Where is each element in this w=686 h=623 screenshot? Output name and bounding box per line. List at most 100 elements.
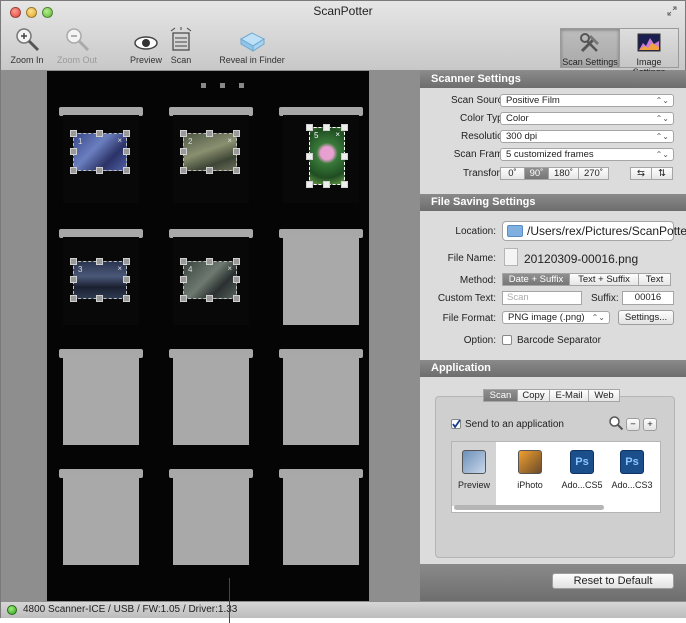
custom-text-label: Custom Text: xyxy=(437,293,496,304)
app-list-scrollbar[interactable] xyxy=(454,505,604,510)
tab-scan[interactable]: Scan xyxy=(483,389,518,402)
method-date-suffix[interactable]: Date + Suffix xyxy=(502,273,570,286)
chevron-updown-icon: ⌃⌄ xyxy=(655,132,669,141)
frame-close-icon[interactable]: × xyxy=(117,264,122,273)
scan-source-select[interactable]: Positive Film ⌃⌄ xyxy=(500,94,674,107)
frame-close-icon[interactable]: × xyxy=(227,264,232,273)
film-holder-markers xyxy=(201,83,245,89)
application-tabs[interactable]: Scan Copy E-Mail Web xyxy=(483,389,620,402)
rotate-270-button[interactable]: 270˚ xyxy=(578,167,609,180)
app-item-photoshop-cs3[interactable]: Ps Ado...CS3 xyxy=(610,442,654,506)
custom-text-input[interactable]: Scan xyxy=(502,291,582,305)
app-item-iphoto[interactable]: iPhoto xyxy=(508,442,552,506)
reset-to-default-button[interactable]: Reset to Default xyxy=(552,573,674,589)
rotation-segmented-control[interactable]: 0˚ 90˚ 180˚ 270˚ xyxy=(500,167,609,180)
film-holder-slot xyxy=(169,349,253,449)
photoshop-cs5-icon: Ps xyxy=(570,450,594,474)
zoom-in-button[interactable]: Zoom In xyxy=(5,25,49,65)
zoom-in-icon xyxy=(16,28,40,52)
film-holder-slot xyxy=(279,349,363,449)
method-text-suffix[interactable]: Text + Suffix xyxy=(569,273,639,286)
tab-image-settings[interactable]: Image Settings xyxy=(619,28,679,77)
connection-status-icon xyxy=(7,605,17,615)
chevron-updown-icon: ⌃⌄ xyxy=(655,114,669,123)
location-path-control[interactable]: /Users/rex/Pictures/ScanPotter xyxy=(502,221,686,241)
location-path: /Users/rex/Pictures/ScanPotter xyxy=(527,224,686,238)
preview-area[interactable]: 1 × 2 × 5 × 3 × 4 × xyxy=(1,71,419,601)
tab-web[interactable]: Web xyxy=(588,389,620,402)
method-text[interactable]: Text xyxy=(638,273,671,286)
method-label: Method: xyxy=(459,275,496,286)
scan-bed: 1 × 2 × 5 × 3 × 4 × xyxy=(47,71,369,601)
send-to-app-checkbox[interactable] xyxy=(451,419,461,429)
iphoto-app-icon xyxy=(518,450,542,474)
frame-number: 2 xyxy=(188,137,193,146)
scan-frame-select[interactable]: 5 customized frames ⌃⌄ xyxy=(500,148,674,161)
flip-vertical-icon[interactable]: ⇅ xyxy=(651,167,673,180)
preview-label: Preview xyxy=(129,55,162,65)
color-type-select[interactable]: Color ⌃⌄ xyxy=(500,112,674,125)
file-format-label: File Format: xyxy=(442,313,496,324)
tab-copy[interactable]: Copy xyxy=(517,389,550,402)
reveal-label: Reveal in Finder xyxy=(219,55,285,65)
settings-panel: Scanner Settings Scan Source: Positive F… xyxy=(419,71,686,601)
panel-footer: Reset to Default xyxy=(420,564,686,601)
chevron-updown-icon: ⌃⌄ xyxy=(655,96,669,105)
preview-button[interactable]: Preview xyxy=(125,25,167,65)
scanner-settings-heading: Scanner Settings xyxy=(420,71,686,88)
rotate-180-button[interactable]: 180˚ xyxy=(548,167,579,180)
tab-scan-settings[interactable]: Scan Settings xyxy=(560,28,620,68)
film-holder-slot xyxy=(59,349,143,449)
rotate-90-button[interactable]: 90˚ xyxy=(524,167,549,180)
file-saving-heading: File Saving Settings xyxy=(420,194,686,211)
suffix-input[interactable]: 00016 xyxy=(622,291,674,305)
status-bar: 4800 Scanner-ICE / USB / FW:1.05 / Drive… xyxy=(1,601,686,618)
scan-settings-label: Scan Settings xyxy=(562,57,618,67)
method-segmented-control[interactable]: Date + Suffix Text + Suffix Text xyxy=(502,273,671,286)
film-holder-slot xyxy=(59,469,143,569)
barcode-separator-checkbox[interactable] xyxy=(502,335,512,345)
add-app-button[interactable]: + xyxy=(643,418,657,431)
suffix-label: Suffix: xyxy=(591,293,619,304)
tools-icon xyxy=(580,33,599,53)
tab-email[interactable]: E-Mail xyxy=(549,389,589,402)
chevron-updown-icon: ⌃⌄ xyxy=(591,313,605,322)
rotate-0-button[interactable]: 0˚ xyxy=(500,167,525,180)
file-format-select[interactable]: PNG image (.png) ⌃⌄ xyxy=(502,311,610,324)
fullscreen-icon[interactable] xyxy=(667,6,677,16)
frame-close-icon[interactable]: × xyxy=(227,136,232,145)
frame-close-icon[interactable]: × xyxy=(335,130,340,139)
option-label: Option: xyxy=(463,335,496,346)
frame-close-icon[interactable]: × xyxy=(117,136,122,145)
reveal-in-finder-button[interactable]: Reveal in Finder xyxy=(207,25,297,65)
film-holder-slot xyxy=(279,469,363,569)
zoom-out-button[interactable]: Zoom Out xyxy=(53,25,101,65)
app-item-photoshop-cs5[interactable]: Ps Ado...CS5 xyxy=(560,442,604,506)
send-to-app-label: Send to an application xyxy=(465,419,564,430)
frame-number: 1 xyxy=(78,137,83,146)
folder-icon xyxy=(239,32,266,52)
zoom-out-label: Zoom Out xyxy=(56,55,97,65)
barcode-separator-label: Barcode Separator xyxy=(517,335,601,346)
film-holder-slot xyxy=(279,229,363,329)
zoom-in-label: Zoom In xyxy=(10,55,44,65)
remove-app-button[interactable]: − xyxy=(626,418,640,431)
callout-line xyxy=(229,578,230,623)
search-icon[interactable] xyxy=(608,415,624,431)
window-title: ScanPotter xyxy=(313,4,373,18)
zoom-out-icon xyxy=(66,28,90,52)
flip-segmented-control[interactable]: ⇆ ⇅ xyxy=(630,167,673,180)
app-item-preview[interactable]: Preview xyxy=(452,442,496,506)
photoshop-cs3-icon: Ps xyxy=(620,450,644,474)
format-settings-button[interactable]: Settings... xyxy=(618,310,674,325)
flip-horizontal-icon[interactable]: ⇆ xyxy=(630,167,652,180)
scanpotter-window: ScanPotter Zoom In Zoom Out Preview Scan… xyxy=(0,0,686,618)
frame-number: 3 xyxy=(78,265,83,274)
resolution-select[interactable]: 300 dpi ⌃⌄ xyxy=(500,130,674,143)
frame-number: 4 xyxy=(188,265,193,274)
scan-button[interactable]: Scan xyxy=(167,25,195,65)
folder-icon xyxy=(507,225,523,237)
app-list[interactable]: Preview iPhoto Ps Ado...CS5 Ps Ado...CS3 xyxy=(451,441,661,513)
status-text: 4800 Scanner-ICE / USB / FW:1.05 / Drive… xyxy=(23,604,238,615)
title-bar: ScanPotter Zoom In Zoom Out Preview Scan… xyxy=(1,1,685,77)
